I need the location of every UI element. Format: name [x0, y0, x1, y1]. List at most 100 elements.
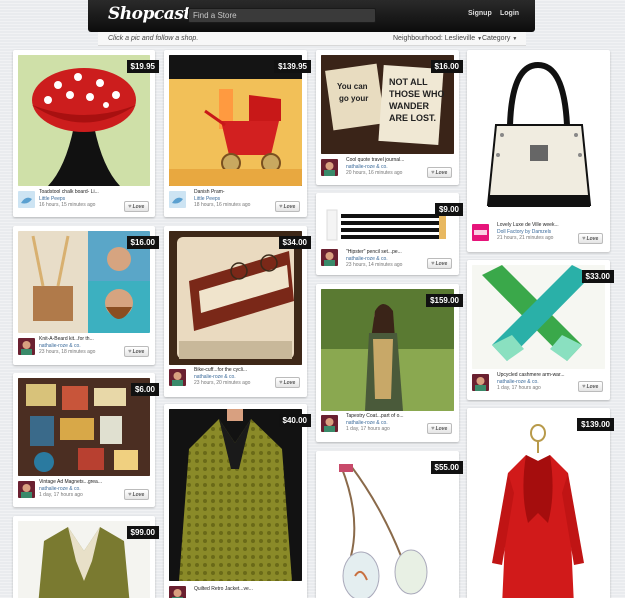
love-button[interactable]: ♥Love	[578, 381, 603, 392]
posted-time: 18 hours, 16 minutes ago	[194, 202, 251, 208]
love-label: Love	[435, 170, 448, 176]
price-tag: $16.00	[430, 60, 463, 73]
product-title[interactable]: Quilted Retro Jacket...ve...	[194, 586, 253, 592]
toadstool-chalkboard-image	[18, 55, 150, 186]
product-title[interactable]: Vintage Ad Magnets...grea...	[39, 479, 102, 485]
store-search-input[interactable]	[188, 8, 376, 23]
love-label: Love	[586, 236, 599, 242]
love-label: Love	[283, 380, 296, 386]
product-title[interactable]: Toadstool chalk board- Li...	[39, 189, 99, 195]
heart-icon: ♥	[431, 261, 435, 267]
signup-link[interactable]: Signup	[468, 10, 492, 17]
product-image[interactable]	[169, 409, 302, 581]
product-card[interactable]: Lovely Luxe de Ville week... Doll Factor…	[467, 50, 610, 252]
red-coat-image	[472, 413, 605, 598]
love-button[interactable]: ♥Love	[427, 423, 452, 434]
love-button[interactable]: ♥Love	[124, 201, 149, 212]
seller-avatar[interactable]	[169, 191, 186, 208]
category-label: Category	[482, 35, 511, 42]
product-card[interactable]: $159.00 Tapestry Coat...part of o... nat…	[316, 284, 463, 442]
product-title[interactable]: Tapestry Coat...part of o...	[346, 413, 404, 419]
posted-time: 23 hours, 18 minutes ago	[39, 349, 96, 355]
svg-text:WANDER: WANDER	[389, 101, 429, 111]
love-button[interactable]: ♥Love	[427, 258, 452, 269]
product-card[interactable]: $33.00 Upcycled cashmere arm-war... nath…	[467, 260, 614, 400]
love-button[interactable]: ♥Love	[578, 233, 603, 244]
love-button[interactable]: ♥Love	[275, 377, 300, 388]
tapestry-coat-image	[321, 289, 454, 411]
product-image[interactable]	[169, 55, 302, 186]
product-title[interactable]: Danish Pram-	[194, 189, 225, 195]
seller-avatar[interactable]	[472, 224, 489, 241]
product-card[interactable]: $9.00 "Hipster" pencil set...pe... natha…	[316, 193, 463, 275]
neighbourhood-dropdown[interactable]: Neighbourhood: Leslieville ▼	[393, 35, 482, 42]
product-image[interactable]	[472, 413, 605, 598]
love-label: Love	[435, 261, 448, 267]
product-card[interactable]: $40.00 Quilted Retro Jacket...ve...	[164, 404, 311, 598]
bike-cuff-image	[169, 231, 302, 365]
handbag-image	[472, 55, 605, 220]
product-image[interactable]	[321, 456, 454, 598]
seller-avatar[interactable]	[18, 191, 35, 208]
love-button[interactable]: ♥Love	[124, 346, 149, 357]
svg-text:go your: go your	[339, 94, 368, 103]
svg-text:THOSE WHO: THOSE WHO	[389, 89, 445, 99]
heart-icon: ♥	[431, 170, 435, 176]
love-label: Love	[283, 204, 296, 210]
posted-time: 16 hours, 15 minutes ago	[39, 202, 96, 208]
price-tag: $159.00	[426, 294, 463, 307]
product-image[interactable]	[169, 231, 302, 365]
product-title[interactable]: Bike-cuff...for the cycli...	[194, 367, 247, 373]
heart-icon: ♥	[128, 204, 132, 210]
product-image[interactable]	[472, 55, 605, 220]
seller-avatar[interactable]	[321, 249, 338, 266]
heart-icon: ♥	[279, 380, 283, 386]
product-image[interactable]	[18, 55, 150, 186]
posted-time: 1 day, 17 hours ago	[39, 492, 83, 498]
product-title[interactable]: Cool quote travel journal...	[346, 157, 404, 163]
product-image[interactable]	[321, 289, 454, 411]
price-tag: $16.00	[126, 236, 159, 249]
glass-pendant-image	[321, 456, 454, 598]
product-card[interactable]: $139.00	[467, 408, 614, 598]
seller-avatar[interactable]	[472, 374, 489, 391]
posted-time: 20 hours, 16 minutes ago	[346, 170, 403, 176]
love-label: Love	[586, 384, 599, 390]
posted-time: 21 hours, 21 minutes ago	[497, 235, 554, 241]
product-card[interactable]: $34.00 Bike-cuff...for the cycli... nath…	[164, 226, 311, 397]
product-card[interactable]: $19.95 Toadstool chalk board- Li... Litt…	[13, 50, 159, 217]
price-tag: $55.00	[430, 461, 463, 474]
love-button[interactable]: ♥Love	[427, 167, 452, 178]
danish-pram-image	[169, 55, 302, 186]
seller-avatar[interactable]	[321, 159, 338, 176]
seller-avatar[interactable]	[169, 586, 186, 598]
product-card[interactable]: $139.95 Danish Pram- Little Peeps 18 hou…	[164, 50, 311, 217]
seller-avatar[interactable]	[18, 338, 35, 355]
site-logo[interactable]: Shopcastr	[108, 4, 200, 24]
posted-time: 23 hours, 20 minutes ago	[194, 380, 251, 386]
love-label: Love	[132, 492, 145, 498]
product-card[interactable]: $99.00	[13, 516, 159, 598]
quilted-jacket-image	[169, 409, 302, 581]
posted-time: 23 hours, 14 minutes ago	[346, 262, 403, 268]
love-button[interactable]: ♥Love	[275, 201, 300, 212]
price-tag: $19.95	[126, 60, 159, 73]
product-title[interactable]: Knit-A-Beard kit...for th...	[39, 336, 94, 342]
product-card[interactable]: $16.00 Knit-A-Beard kit...for th... nath…	[13, 226, 159, 365]
product-title[interactable]: Upcycled cashmere arm-war...	[497, 372, 565, 378]
product-title[interactable]: "Hipster" pencil set...pe...	[346, 249, 402, 255]
category-dropdown[interactable]: Category ▼	[482, 35, 517, 42]
seller-avatar[interactable]	[321, 415, 338, 432]
login-link[interactable]: Login	[500, 10, 519, 17]
love-button[interactable]: ♥Love	[124, 489, 149, 500]
price-tag: $40.00	[278, 414, 311, 427]
price-tag: $99.00	[126, 526, 159, 539]
svg-text:You can: You can	[337, 82, 368, 91]
product-card[interactable]: You can go your NOT ALL THOSE WHO WANDER…	[316, 50, 463, 185]
seller-avatar[interactable]	[18, 481, 35, 498]
love-label: Love	[132, 204, 145, 210]
product-card[interactable]: $55.00	[316, 451, 463, 598]
seller-avatar[interactable]	[169, 369, 186, 386]
product-title[interactable]: Lovely Luxe de Ville week...	[497, 222, 559, 228]
product-card[interactable]: $6.00 Vintage Ad Magnets...grea... natha…	[13, 373, 159, 507]
